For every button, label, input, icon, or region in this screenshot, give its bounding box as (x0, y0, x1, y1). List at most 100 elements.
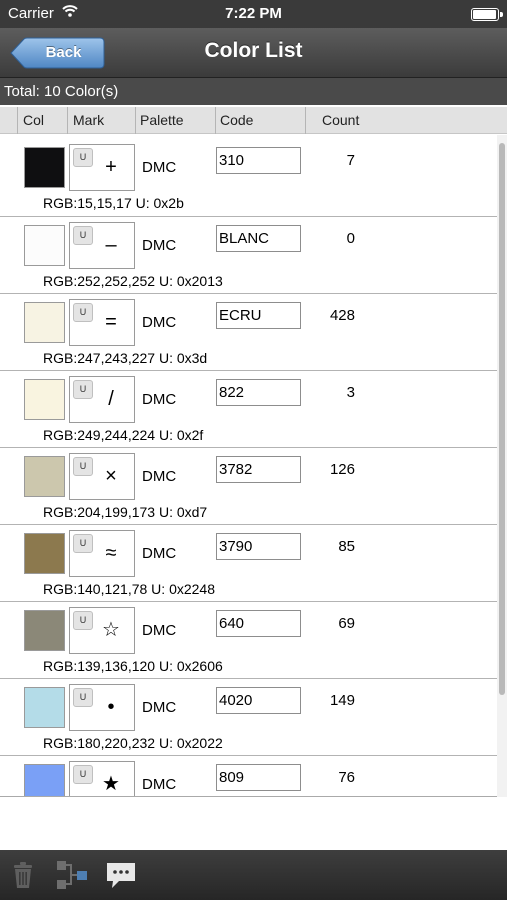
rgb-info: RGB:15,15,17 U: 0x2b (43, 195, 184, 211)
header-code[interactable]: Code (220, 112, 253, 128)
color-row[interactable]: U=DMC428RGB:247,243,227 U: 0x3d (0, 293, 497, 370)
battery-icon (471, 8, 503, 21)
unicode-button[interactable]: U (73, 457, 93, 476)
count-value: 76 (338, 769, 355, 786)
mark-box[interactable]: U / (69, 376, 135, 423)
palette-label: DMC (142, 468, 177, 485)
color-swatch[interactable] (24, 764, 65, 796)
column-header: Col Mark Palette Code Count (0, 107, 507, 134)
scrollbar-thumb[interactable] (499, 143, 505, 695)
mark-box[interactable]: U + (69, 144, 135, 191)
color-swatch[interactable] (24, 610, 65, 651)
count-value: 85 (338, 538, 355, 555)
code-field[interactable] (216, 147, 301, 174)
color-swatch[interactable] (24, 687, 65, 728)
mark-symbol: × (105, 465, 117, 487)
code-field[interactable] (216, 302, 301, 329)
bottom-toolbar (0, 850, 507, 900)
code-field[interactable] (216, 456, 301, 483)
palette-label: DMC (142, 545, 177, 562)
header-mark[interactable]: Mark (73, 112, 104, 128)
unicode-button[interactable]: U (73, 226, 93, 245)
color-swatch[interactable] (24, 379, 65, 420)
color-row[interactable]: U/DMC3RGB:249,244,224 U: 0x2f (0, 370, 497, 447)
navigation-bar: Back Color List (0, 28, 507, 78)
unicode-button[interactable]: U (73, 611, 93, 630)
mark-symbol: = (105, 311, 117, 333)
status-bar: Carrier 7:22 PM (0, 0, 507, 28)
color-swatch[interactable] (24, 456, 65, 497)
code-field[interactable] (216, 764, 301, 791)
rgb-info: RGB:140,121,78 U: 0x2248 (43, 581, 216, 597)
code-field[interactable] (216, 687, 301, 714)
color-row[interactable]: U– DMC 0 RGB:252,252,252 U: 0x2013 (0, 216, 497, 293)
unicode-button[interactable]: U (73, 380, 93, 399)
color-row[interactable]: U+DMC7RGB:15,15,17 U: 0x2b (0, 139, 497, 216)
mark-symbol: ≈ (105, 542, 117, 564)
count-value: 0 (346, 230, 355, 247)
code-field[interactable] (216, 379, 301, 406)
unicode-button[interactable]: U (73, 303, 93, 322)
mark-symbol: ★ (102, 773, 120, 795)
header-count[interactable]: Count (322, 112, 359, 128)
mark-box[interactable]: U ☆ (69, 607, 135, 654)
code-field[interactable] (216, 225, 301, 252)
rgb-info: RGB:139,136,120 U: 0x2606 (43, 658, 223, 674)
color-list[interactable]: U+DMC7RGB:15,15,17 U: 0x2bU–DMC0RGB:252,… (0, 135, 507, 797)
trash-icon[interactable] (5, 857, 41, 893)
rgb-info: RGB:204,199,173 U: 0xd7 (43, 504, 208, 520)
color-swatch[interactable] (24, 533, 65, 574)
mark-box[interactable]: U ≈ (69, 530, 135, 577)
header-separator (215, 107, 216, 134)
palette-label: DMC (142, 391, 177, 408)
mark-symbol: / (108, 388, 114, 410)
clock: 7:22 PM (225, 5, 282, 22)
color-row[interactable]: U≈DMC85RGB:140,121,78 U: 0x2248 (0, 524, 497, 601)
unicode-button[interactable]: U (73, 688, 93, 707)
comment-icon[interactable] (103, 857, 139, 893)
hierarchy-icon[interactable] (54, 857, 90, 893)
count-value: 3 (346, 384, 355, 401)
rgb-info: RGB:252,252,252 U: 0x2013 (43, 273, 223, 289)
count-value: 69 (338, 615, 355, 632)
unicode-button[interactable]: U (73, 148, 93, 167)
mark-box[interactable]: U – (69, 222, 135, 269)
color-row[interactable]: U☆DMC69RGB:139,136,120 U: 0x2606 (0, 601, 497, 678)
palette-label: DMC (142, 622, 177, 639)
rgb-info: RGB:247,243,227 U: 0x3d (43, 350, 208, 366)
count-value: 149 (329, 692, 355, 709)
code-field[interactable] (216, 610, 301, 637)
header-palette[interactable]: Palette (140, 112, 184, 128)
header-separator (135, 107, 136, 134)
palette-label: DMC (142, 699, 177, 716)
mark-symbol: – (105, 234, 117, 256)
color-row[interactable]: U★DMC76 (0, 755, 497, 796)
palette-label: DMC (142, 237, 177, 254)
color-row[interactable]: U•DMC149RGB:180,220,232 U: 0x2022 (0, 678, 497, 755)
mark-symbol: • (107, 696, 115, 718)
palette-label: DMC (142, 776, 177, 793)
mark-box[interactable]: U ★ (69, 761, 135, 796)
unicode-button[interactable]: U (73, 765, 93, 784)
count-value: 428 (329, 307, 355, 324)
mark-box[interactable]: U • (69, 684, 135, 731)
unicode-button[interactable]: U (73, 534, 93, 553)
header-col[interactable]: Col (23, 112, 44, 128)
mark-box[interactable]: U = (69, 299, 135, 346)
color-row[interactable]: U×DMC126RGB:204,199,173 U: 0xd7 (0, 447, 497, 524)
palette-label: DMC (142, 159, 177, 176)
page-title: Color List (204, 39, 303, 62)
color-swatch[interactable] (24, 302, 65, 343)
color-swatch[interactable] (24, 147, 65, 188)
mark-symbol: ☆ (102, 619, 120, 641)
rgb-info: RGB:249,244,224 U: 0x2f (43, 427, 204, 443)
color-swatch[interactable] (24, 225, 65, 266)
header-separator (305, 107, 306, 134)
header-separator (17, 107, 18, 134)
header-separator (67, 107, 68, 134)
count-value: 126 (329, 461, 355, 478)
palette-label: DMC (142, 314, 177, 331)
mark-box[interactable]: U × (69, 453, 135, 500)
code-field[interactable] (216, 533, 301, 560)
mark-symbol: + (105, 156, 117, 178)
